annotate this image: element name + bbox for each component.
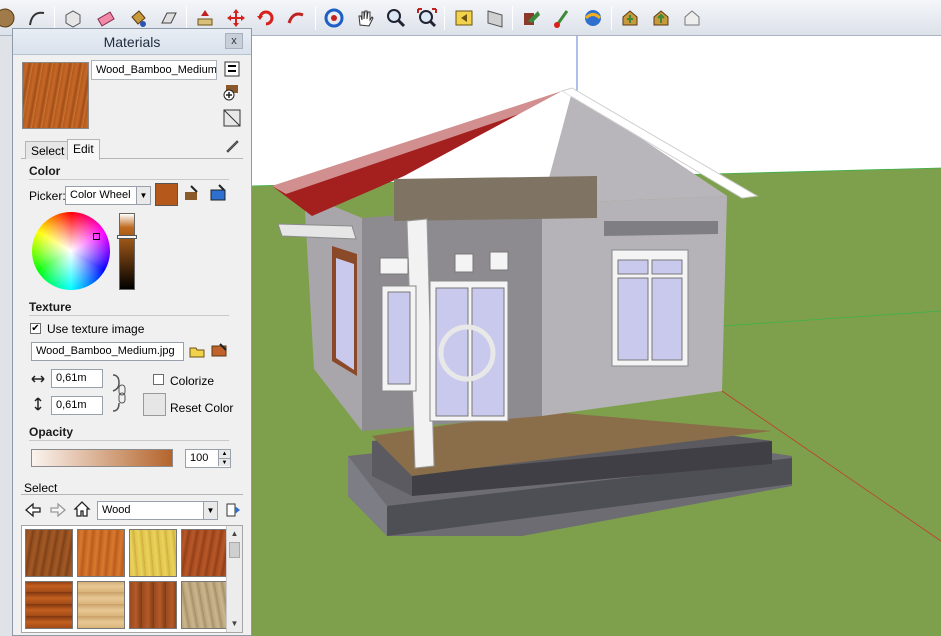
select-section-bar: Select (21, 481, 243, 495)
texture-heading: Texture (29, 300, 72, 314)
material-thumbnail[interactable] (129, 581, 177, 629)
edit-texture-icon[interactable] (210, 342, 228, 360)
color-heading: Color (29, 164, 61, 178)
texture-width-field[interactable]: 0,61m (51, 369, 103, 388)
stepper-down-icon[interactable]: ▼ (218, 458, 230, 466)
component-options-icon[interactable] (679, 5, 705, 31)
opacity-slider[interactable] (31, 449, 173, 467)
picker-select[interactable]: Color Wheel ▼ (65, 186, 151, 205)
match-model-color-icon[interactable] (183, 184, 201, 202)
chevron-down-icon: ▼ (136, 187, 150, 204)
texture-file-field[interactable]: Wood_Bamboo_Medium.jpg (31, 342, 184, 361)
material-thumbnail[interactable] (181, 529, 229, 577)
model-viewport[interactable] (252, 36, 941, 636)
material-preview-swatch[interactable] (22, 62, 89, 129)
details-arrow-icon[interactable] (224, 501, 242, 519)
browse-texture-icon[interactable] (188, 342, 206, 360)
thumbnail-scrollbar[interactable]: ▲ ▼ (226, 526, 242, 632)
opacity-value: 100 (190, 452, 209, 464)
warehouse-icon[interactable] (518, 5, 544, 31)
scrollbar-thumb[interactable] (229, 542, 240, 558)
use-texture-checkbox[interactable]: ✔ (30, 323, 41, 334)
zoom-icon[interactable] (383, 5, 409, 31)
color-wheel[interactable] (32, 212, 110, 290)
reset-color-swatch[interactable] (143, 393, 166, 416)
stepper-up-icon[interactable]: ▲ (218, 450, 230, 458)
library-select-value: Wood (102, 504, 131, 516)
panel-titlebar[interactable]: Materials x (13, 29, 251, 55)
brightness-slider-handle[interactable] (117, 235, 137, 239)
material-thumbnail[interactable] (25, 581, 73, 629)
google-earth-icon[interactable] (580, 5, 606, 31)
tab-select[interactable]: Select (25, 141, 71, 159)
previous-view-icon[interactable] (451, 5, 477, 31)
home-icon[interactable] (73, 500, 91, 518)
select-section-heading: Select (24, 481, 58, 495)
scroll-down-icon[interactable]: ▼ (227, 617, 242, 631)
share-model-icon[interactable] (549, 5, 575, 31)
material-thumbnail[interactable] (77, 581, 125, 629)
picker-select-value: Color Wheel (70, 189, 131, 201)
material-thumbnail[interactable] (25, 529, 73, 577)
sample-paint-icon[interactable] (223, 137, 241, 155)
create-material-icon[interactable] (223, 83, 241, 101)
pan-hand-icon[interactable] (352, 5, 378, 31)
colorize-checkbox[interactable] (153, 374, 164, 385)
tab-edit[interactable]: Edit (67, 139, 100, 160)
color-wheel-cursor[interactable] (93, 233, 100, 240)
back-arrow-icon[interactable] (24, 501, 42, 519)
zoom-extents-icon[interactable] (414, 5, 440, 31)
scroll-up-icon[interactable]: ▲ (227, 527, 242, 541)
brightness-slider[interactable] (119, 213, 135, 290)
picker-label: Picker: (29, 189, 66, 203)
lock-aspect-chain-icon[interactable] (109, 371, 127, 415)
forward-arrow-icon[interactable] (49, 501, 67, 519)
match-screen-color-icon[interactable] (209, 184, 227, 202)
material-thumbnail[interactable] (181, 581, 229, 629)
close-button[interactable]: x (225, 33, 243, 49)
upload-model-icon[interactable] (648, 5, 674, 31)
panel-title: Materials (103, 34, 161, 50)
opacity-heading: Opacity (29, 425, 74, 439)
material-name-field[interactable]: Wood_Bamboo_Medium (91, 60, 217, 80)
use-texture-label: Use texture image (47, 322, 145, 336)
rotate-tool-icon[interactable] (253, 5, 279, 31)
reset-color-label[interactable]: Reset Color (170, 401, 233, 415)
orbit-icon[interactable] (321, 5, 347, 31)
height-arrow-icon (29, 395, 47, 413)
material-thumbnail[interactable] (129, 529, 177, 577)
materials-panel: Materials x Wood_Bamboo_Medium Select Ed… (12, 28, 252, 636)
material-thumbnail[interactable] (77, 529, 125, 577)
opacity-stepper[interactable]: 100 ▲ ▼ (185, 449, 231, 468)
texture-height-field[interactable]: 0,61m (51, 396, 103, 415)
chevron-down-icon: ▼ (203, 502, 217, 519)
width-arrow-icon (29, 370, 47, 388)
library-select[interactable]: Wood ▼ (97, 501, 218, 520)
current-color-swatch[interactable] (155, 183, 178, 206)
details-icon[interactable] (223, 60, 241, 78)
material-thumbnail-grid: ▲ ▼ (21, 525, 243, 633)
extension-warehouse-icon[interactable] (617, 5, 643, 31)
default-material-icon[interactable] (223, 109, 241, 127)
follow-me-icon[interactable] (283, 5, 309, 31)
section-plane-icon[interactable] (482, 5, 508, 31)
panel-tabs: Select Edit (21, 139, 243, 160)
colorize-label: Colorize (170, 374, 215, 388)
